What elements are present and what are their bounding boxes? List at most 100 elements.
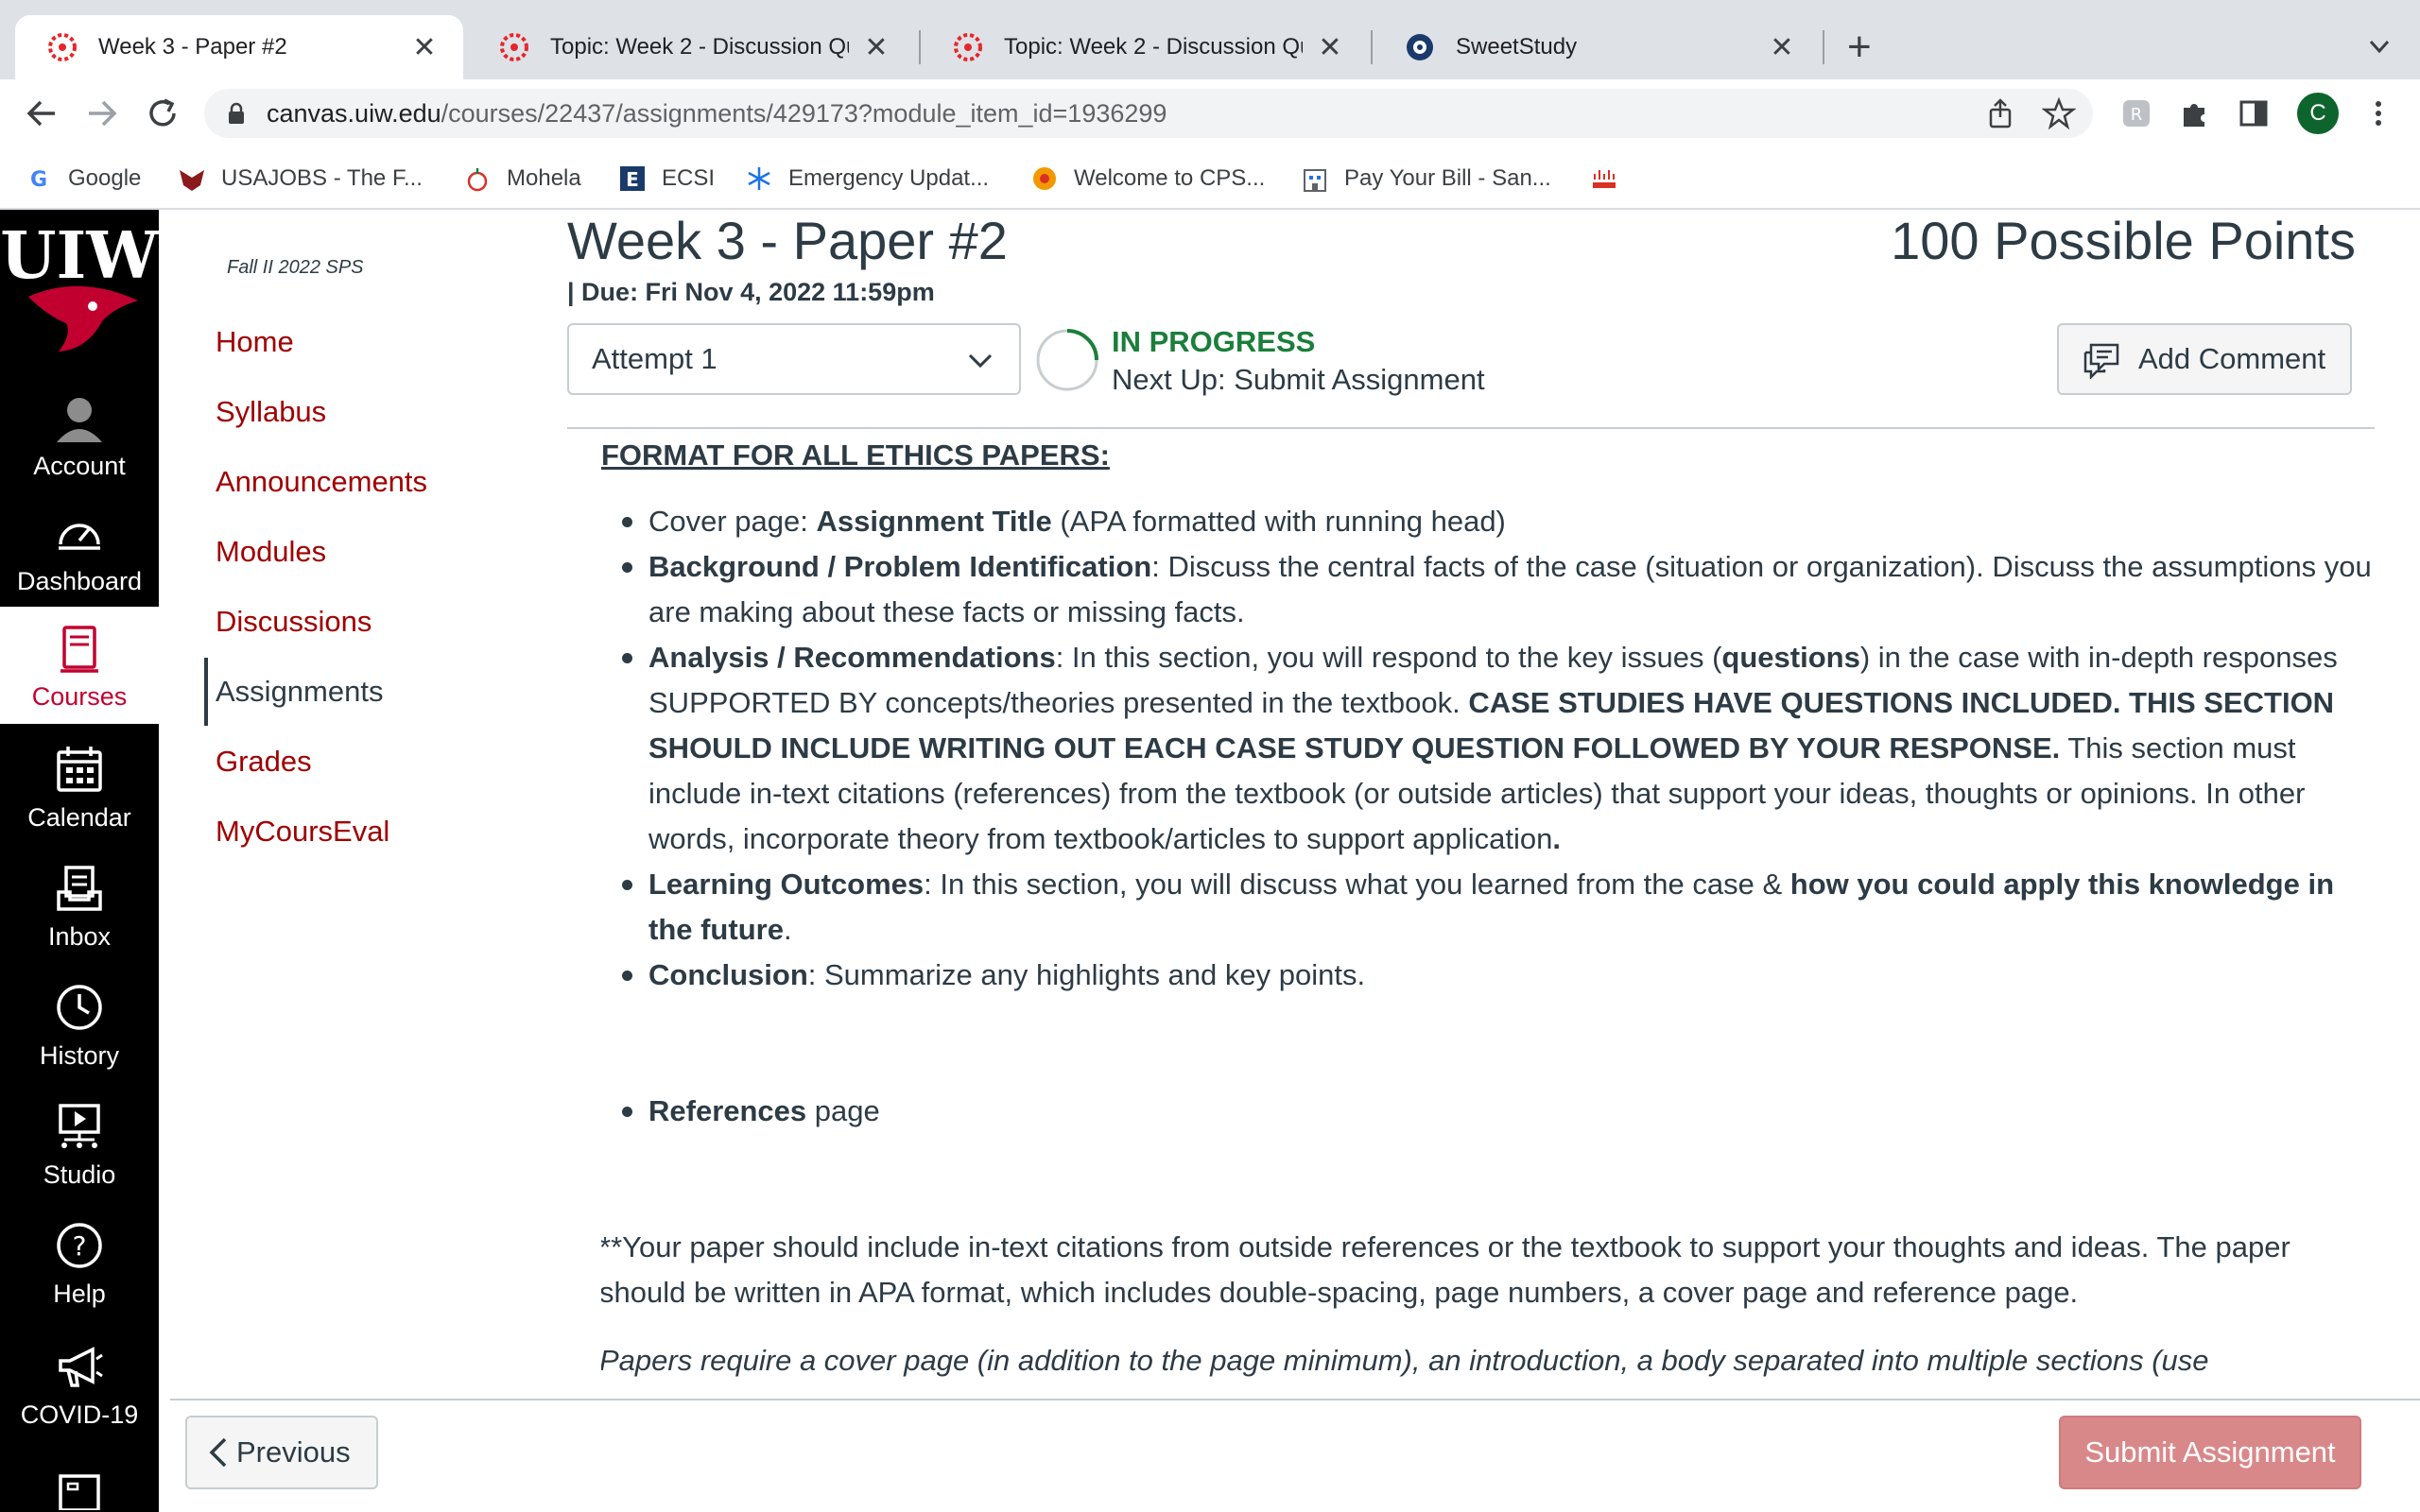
- history-icon: [57, 985, 102, 1030]
- course-nav-mycourseval[interactable]: MyCoursEval: [216, 815, 389, 849]
- reload-icon[interactable]: [144, 94, 182, 132]
- studio-icon: [59, 1104, 100, 1148]
- share-icon[interactable]: [1983, 96, 2017, 130]
- nav-history[interactable]: History: [0, 966, 159, 1083]
- extensions-puzzle-icon[interactable]: [2178, 96, 2212, 130]
- sweetstudy-favicon-icon: [1407, 34, 1433, 60]
- url-path: /courses/22437/assignments/429173?module…: [441, 99, 1167, 128]
- tab-title: Topic: Week 2 - Discussion Qu: [550, 34, 849, 60]
- course-nav-assignments[interactable]: Assignments: [216, 675, 383, 709]
- nav-help[interactable]: ? Help: [0, 1204, 159, 1321]
- course-nav-discussions[interactable]: Discussions: [216, 605, 372, 639]
- previous-label: Previous: [236, 1435, 351, 1469]
- bookmark-pay-bill[interactable]: Pay Your Bill - San...: [1301, 161, 1551, 197]
- tab-title: Topic: Week 2 - Discussion Qu: [1004, 34, 1303, 60]
- course-nav-modules[interactable]: Modules: [216, 535, 326, 569]
- course-nav-home[interactable]: Home: [216, 325, 294, 359]
- google-icon: G: [30, 168, 47, 192]
- forward-arrow-icon[interactable]: [83, 94, 121, 132]
- bookmark-cisco[interactable]: [1590, 161, 1634, 197]
- uiw-logo[interactable]: UIW: [0, 217, 159, 359]
- tab-sweetstudy[interactable]: SweetStudy ✕: [1373, 15, 1821, 79]
- list-item-analysis: Analysis / Recommendations: In this sect…: [601, 635, 2375, 862]
- nav-covid-19[interactable]: COVID-19: [0, 1325, 159, 1442]
- canvas-favicon-icon: [48, 33, 77, 61]
- new-tab-button[interactable]: +: [1847, 26, 1872, 68]
- svg-text:G: G: [30, 168, 47, 192]
- more-nav-icon[interactable]: [55, 1472, 104, 1510]
- url-host: canvas.uiw.edu: [267, 99, 441, 128]
- nav-label: Account: [33, 452, 126, 480]
- tab-separator: [1823, 30, 1824, 64]
- side-panel-icon[interactable]: [2237, 96, 2271, 130]
- nav-label: Inbox: [47, 922, 112, 951]
- bookmark-google[interactable]: G Google: [25, 161, 141, 197]
- bookmark-ecsi[interactable]: E ECSI: [618, 161, 715, 197]
- bookmark-cps[interactable]: Welcome to CPS...: [1030, 161, 1265, 197]
- bookmark-emergency[interactable]: Emergency Updat...: [745, 161, 989, 197]
- nav-account[interactable]: Account: [0, 376, 159, 493]
- attempt-select[interactable]: Attempt 1: [567, 323, 1021, 395]
- course-nav-announcements[interactable]: Announcements: [216, 465, 427, 499]
- profile-avatar[interactable]: C: [2297, 93, 2339, 134]
- format-heading: FORMAT FOR ALL ETHICS PAPERS:: [601, 438, 1110, 472]
- nav-calendar[interactable]: Calendar: [0, 728, 159, 845]
- tab-discussion-1[interactable]: Topic: Week 2 - Discussion Qu ✕: [467, 15, 915, 79]
- nav-label: History: [39, 1041, 119, 1070]
- bookmark-label: Welcome to CPS...: [1074, 165, 1266, 191]
- next-up-text: Next Up: Submit Assignment: [1112, 363, 1485, 396]
- nav-dashboard[interactable]: Dashboard: [0, 491, 159, 609]
- nav-label: Calendar: [27, 803, 131, 832]
- paper-requirements: Papers require a cover page (in addition…: [601, 1344, 2309, 1391]
- add-comment-button[interactable]: Add Comment: [2057, 323, 2352, 395]
- list-item-cover-page: Cover page: Assignment Title (APA format…: [601, 499, 2375, 544]
- back-arrow-icon[interactable]: [23, 94, 60, 132]
- tab-week3-paper[interactable]: Week 3 - Paper #2 ✕: [15, 15, 463, 79]
- tab-discussion-2[interactable]: Topic: Week 2 - Discussion Qu ✕: [921, 15, 1369, 79]
- megaphone-icon: [59, 1347, 103, 1387]
- bookmark-mohela[interactable]: Mohela: [463, 161, 581, 197]
- tab-title: SweetStudy: [1456, 34, 1578, 60]
- references-list: References page: [601, 1089, 2375, 1134]
- extension-r-icon[interactable]: R: [2119, 96, 2153, 130]
- svg-text:E: E: [626, 168, 639, 191]
- course-nav-syllabus[interactable]: Syllabus: [216, 395, 326, 429]
- svg-text:R: R: [2131, 105, 2143, 125]
- url-text[interactable]: canvas.uiw.edu/courses/22437/assignments…: [267, 98, 1167, 129]
- uiw-logo-text: UIW: [0, 218, 159, 294]
- cps-energy-icon: [1033, 167, 1056, 190]
- tab-close-icon[interactable]: ✕: [1766, 31, 1798, 64]
- tab-title: Week 3 - Paper #2: [98, 34, 287, 60]
- global-navigation: UIW Account Dashboard Courses Calendar I…: [0, 210, 159, 1512]
- chevron-left-icon: [209, 1437, 227, 1468]
- previous-button[interactable]: Previous: [185, 1416, 378, 1489]
- lock-icon[interactable]: [227, 102, 246, 125]
- header-divider: [567, 427, 2375, 429]
- canvas-favicon-icon: [954, 33, 982, 61]
- nav-studio[interactable]: Studio: [0, 1085, 159, 1202]
- building-icon: [1304, 169, 1326, 192]
- nav-courses[interactable]: Courses: [0, 607, 159, 724]
- svg-text:?: ?: [73, 1230, 87, 1262]
- course-nav-active-indicator: [204, 658, 208, 726]
- list-item-references: References page: [601, 1089, 2375, 1134]
- nav-label: Studio: [43, 1160, 116, 1189]
- submit-assignment-button[interactable]: Submit Assignment: [2059, 1416, 2361, 1489]
- bookmark-star-icon[interactable]: [2042, 96, 2076, 130]
- bookmark-usajobs[interactable]: USAJOBS - The F...: [178, 161, 423, 197]
- bookmark-label: Google: [68, 165, 142, 191]
- browser-menu-icon[interactable]: [2361, 96, 2395, 130]
- tab-close-icon[interactable]: ✕: [1314, 31, 1346, 64]
- tab-search-chevron-icon[interactable]: [2363, 30, 2395, 62]
- chevron-down-icon[interactable]: [966, 346, 994, 374]
- cisco-icon: [1593, 170, 1616, 188]
- account-icon: [57, 398, 102, 442]
- snowflake-icon: [748, 167, 770, 190]
- nav-inbox[interactable]: Inbox: [0, 847, 159, 964]
- tab-close-icon[interactable]: ✕: [860, 31, 892, 64]
- bookmark-label: USAJOBS - The F...: [221, 165, 423, 191]
- tab-close-icon[interactable]: ✕: [408, 31, 441, 64]
- course-nav-grades[interactable]: Grades: [216, 745, 312, 779]
